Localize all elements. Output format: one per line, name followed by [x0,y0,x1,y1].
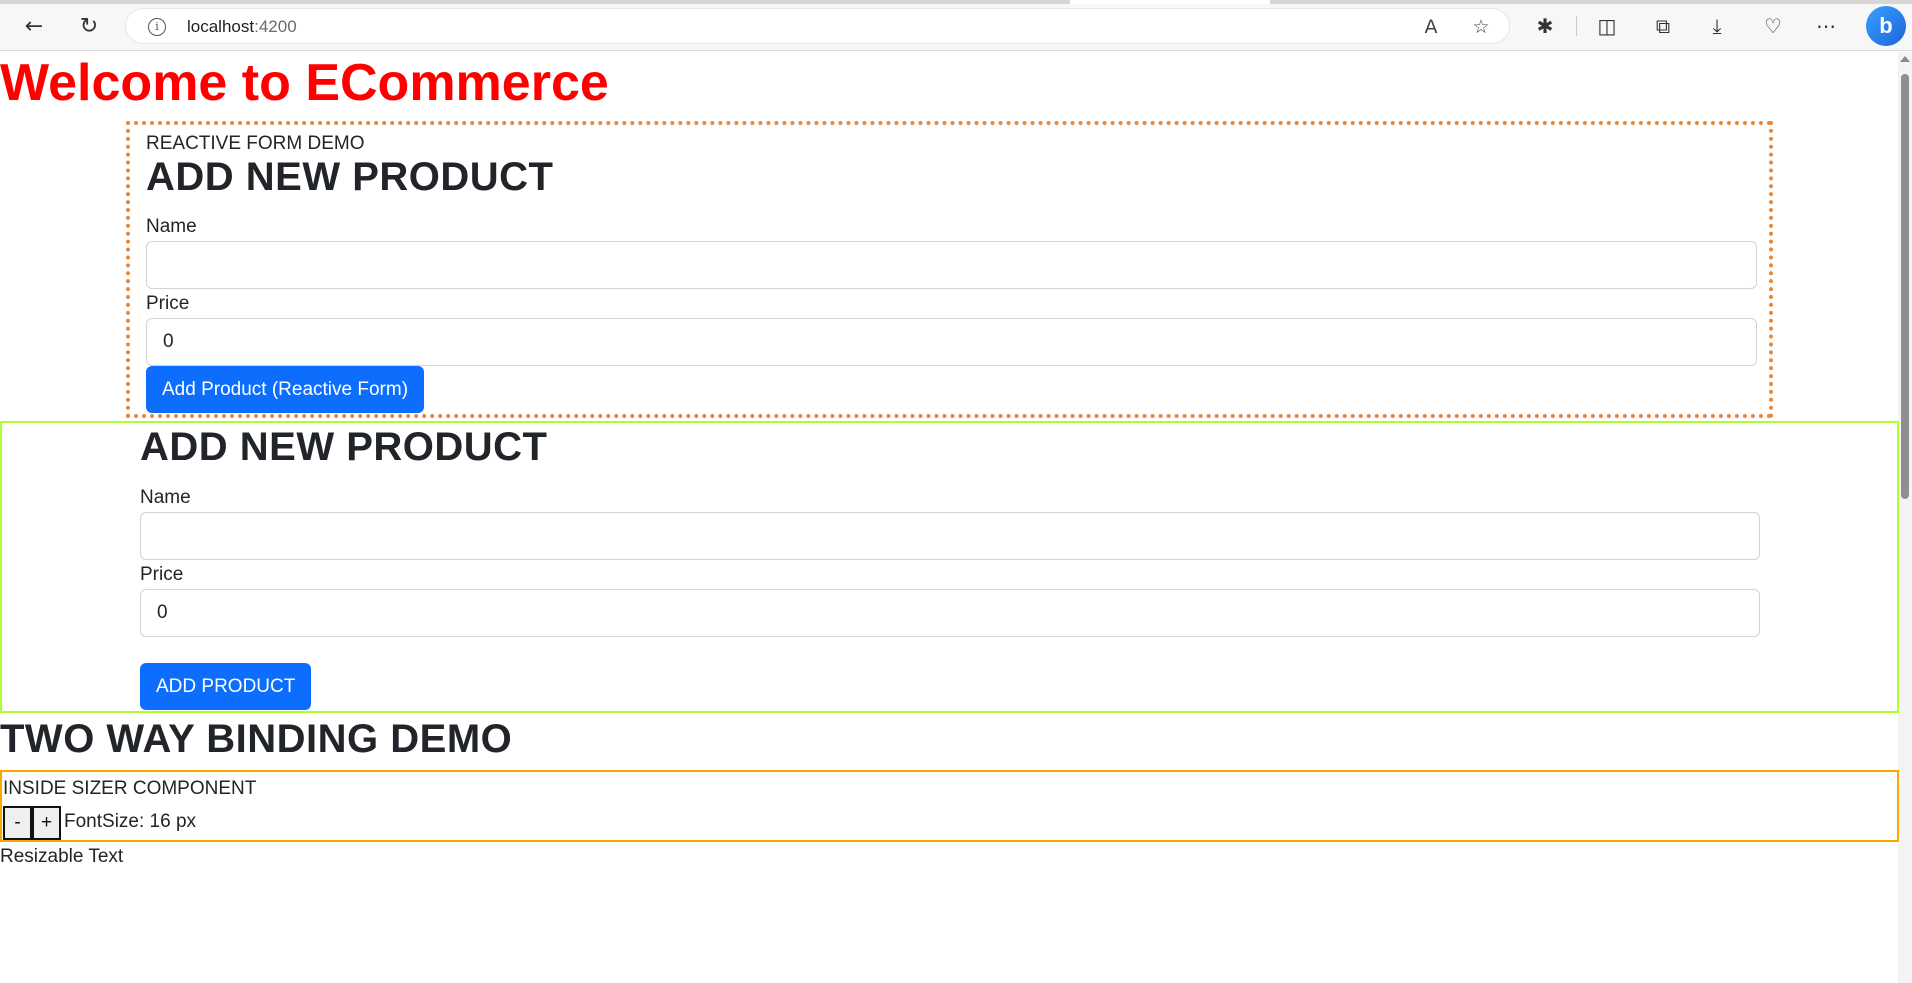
url-text[interactable]: localhost:4200 [187,17,297,37]
reactive-price-label: Price [146,293,190,314]
template-name-label: Name [140,487,191,508]
site-info-icon[interactable]: i [148,18,166,36]
address-bar[interactable]: i localhost:4200 A ☆ [125,8,1510,44]
reactive-form-caption: REACTIVE FORM DEMO [146,133,365,154]
back-icon[interactable]: ← [16,8,52,44]
browser-essentials-icon[interactable]: ♡ [1755,8,1791,44]
favorite-star-icon[interactable]: ☆ [1467,13,1495,41]
split-screen-icon[interactable]: ◫ [1589,8,1625,44]
reactive-name-input[interactable] [146,241,1757,289]
tab-strip [0,0,1912,4]
scroll-up-arrow-icon[interactable] [1900,56,1910,62]
more-options-icon[interactable]: ⋯ [1808,8,1844,44]
template-name-input[interactable] [140,512,1760,560]
add-product-button[interactable]: ADD PRODUCT [140,663,312,710]
sizer-caption: INSIDE SIZER COMPONENT [3,778,257,799]
font-size-readout: FontSize: 16 px [64,811,197,832]
scroll-thumb[interactable] [1901,74,1909,499]
increase-font-button[interactable]: + [32,806,61,840]
two-way-binding-heading: TWO WAY BINDING DEMO [0,717,513,761]
template-price-input[interactable] [140,589,1760,637]
toolbar-divider [1576,16,1577,36]
add-product-reactive-button[interactable]: Add Product (Reactive Form) [146,366,425,413]
page-title: Welcome to ECommerce [0,54,609,112]
url-host: localhost [187,17,255,36]
page-content: Welcome to ECommerce REACTIVE FORM DEMO … [0,52,1899,983]
reactive-name-label: Name [146,216,197,237]
reactive-form-container: REACTIVE FORM DEMO ADD NEW PRODUCT Name … [126,121,1773,418]
template-form-heading: ADD NEW PRODUCT [140,425,548,469]
extensions-icon[interactable]: ✱ [1527,8,1563,44]
resizable-text: Resizable Text [0,846,124,867]
template-form-container: ADD NEW PRODUCT Name Price ADD PRODUCT [0,421,1899,713]
copilot-icon[interactable]: b [1866,6,1906,46]
reactive-form-heading: ADD NEW PRODUCT [146,155,554,199]
template-price-label: Price [140,564,184,585]
downloads-icon[interactable]: ⤓ [1699,8,1735,44]
reactive-price-input[interactable] [146,318,1757,366]
reload-icon[interactable]: ↻ [71,8,107,44]
sizer-component: INSIDE SIZER COMPONENT - + FontSize: 16 … [0,770,1899,842]
browser-toolbar: ← ↻ i localhost:4200 A ☆ ✱ ◫ ⧉ ⤓ ♡ ⋯ b [0,0,1912,51]
read-aloud-icon[interactable]: A [1417,13,1445,41]
url-port: :4200 [254,17,297,36]
decrease-font-button[interactable]: - [3,806,32,840]
collections-icon[interactable]: ⧉ [1645,8,1681,44]
